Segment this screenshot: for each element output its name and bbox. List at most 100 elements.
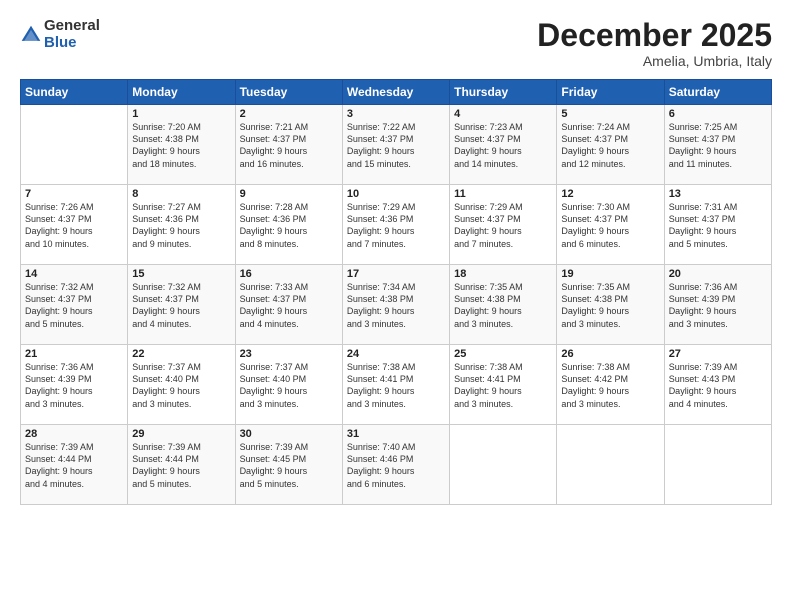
day-cell: 7Sunrise: 7:26 AMSunset: 4:37 PMDaylight… [21,185,128,265]
day-cell [664,425,771,505]
day-info: Sunrise: 7:32 AMSunset: 4:37 PMDaylight:… [132,281,230,330]
day-number: 17 [347,268,445,280]
week-row-2: 7Sunrise: 7:26 AMSunset: 4:37 PMDaylight… [21,185,772,265]
day-cell: 23Sunrise: 7:37 AMSunset: 4:40 PMDayligh… [235,345,342,425]
day-number: 30 [240,428,338,440]
day-cell: 4Sunrise: 7:23 AMSunset: 4:37 PMDaylight… [450,105,557,185]
day-number: 18 [454,268,552,280]
col-header-monday: Monday [128,80,235,105]
day-cell: 19Sunrise: 7:35 AMSunset: 4:38 PMDayligh… [557,265,664,345]
day-cell [450,425,557,505]
day-info: Sunrise: 7:36 AMSunset: 4:39 PMDaylight:… [669,281,767,330]
day-info: Sunrise: 7:37 AMSunset: 4:40 PMDaylight:… [132,361,230,410]
day-info: Sunrise: 7:29 AMSunset: 4:37 PMDaylight:… [454,201,552,250]
day-number: 20 [669,268,767,280]
day-number: 14 [25,268,123,280]
day-number: 10 [347,188,445,200]
day-number: 8 [132,188,230,200]
day-cell: 31Sunrise: 7:40 AMSunset: 4:46 PMDayligh… [342,425,449,505]
day-number: 16 [240,268,338,280]
day-cell: 27Sunrise: 7:39 AMSunset: 4:43 PMDayligh… [664,345,771,425]
day-number: 21 [25,348,123,360]
day-cell: 6Sunrise: 7:25 AMSunset: 4:37 PMDaylight… [664,105,771,185]
logo-general-text: General [44,17,100,34]
week-row-4: 21Sunrise: 7:36 AMSunset: 4:39 PMDayligh… [21,345,772,425]
day-cell: 14Sunrise: 7:32 AMSunset: 4:37 PMDayligh… [21,265,128,345]
day-info: Sunrise: 7:30 AMSunset: 4:37 PMDaylight:… [561,201,659,250]
day-cell: 5Sunrise: 7:24 AMSunset: 4:37 PMDaylight… [557,105,664,185]
day-cell: 10Sunrise: 7:29 AMSunset: 4:36 PMDayligh… [342,185,449,265]
header-row: SundayMondayTuesdayWednesdayThursdayFrid… [21,80,772,105]
day-number: 19 [561,268,659,280]
logo: General Blue [20,18,100,51]
day-cell: 12Sunrise: 7:30 AMSunset: 4:37 PMDayligh… [557,185,664,265]
col-header-wednesday: Wednesday [342,80,449,105]
day-number: 13 [669,188,767,200]
location: Amelia, Umbria, Italy [537,53,772,69]
day-cell: 25Sunrise: 7:38 AMSunset: 4:41 PMDayligh… [450,345,557,425]
day-cell [557,425,664,505]
day-info: Sunrise: 7:38 AMSunset: 4:41 PMDaylight:… [347,361,445,410]
day-number: 22 [132,348,230,360]
day-cell: 15Sunrise: 7:32 AMSunset: 4:37 PMDayligh… [128,265,235,345]
day-cell: 13Sunrise: 7:31 AMSunset: 4:37 PMDayligh… [664,185,771,265]
day-number: 2 [240,108,338,120]
day-info: Sunrise: 7:26 AMSunset: 4:37 PMDaylight:… [25,201,123,250]
day-info: Sunrise: 7:39 AMSunset: 4:45 PMDaylight:… [240,441,338,490]
day-number: 29 [132,428,230,440]
day-cell: 22Sunrise: 7:37 AMSunset: 4:40 PMDayligh… [128,345,235,425]
day-info: Sunrise: 7:34 AMSunset: 4:38 PMDaylight:… [347,281,445,330]
day-info: Sunrise: 7:22 AMSunset: 4:37 PMDaylight:… [347,121,445,170]
day-cell: 9Sunrise: 7:28 AMSunset: 4:36 PMDaylight… [235,185,342,265]
col-header-sunday: Sunday [21,80,128,105]
day-number: 7 [25,188,123,200]
day-info: Sunrise: 7:21 AMSunset: 4:37 PMDaylight:… [240,121,338,170]
calendar-page: General Blue December 2025 Amelia, Umbri… [0,0,792,612]
day-info: Sunrise: 7:38 AMSunset: 4:42 PMDaylight:… [561,361,659,410]
day-info: Sunrise: 7:25 AMSunset: 4:37 PMDaylight:… [669,121,767,170]
day-cell: 11Sunrise: 7:29 AMSunset: 4:37 PMDayligh… [450,185,557,265]
day-info: Sunrise: 7:20 AMSunset: 4:38 PMDaylight:… [132,121,230,170]
day-number: 27 [669,348,767,360]
col-header-saturday: Saturday [664,80,771,105]
day-info: Sunrise: 7:33 AMSunset: 4:37 PMDaylight:… [240,281,338,330]
logo-blue-text: Blue [44,34,77,51]
week-row-3: 14Sunrise: 7:32 AMSunset: 4:37 PMDayligh… [21,265,772,345]
day-info: Sunrise: 7:36 AMSunset: 4:39 PMDaylight:… [25,361,123,410]
day-number: 3 [347,108,445,120]
day-cell: 1Sunrise: 7:20 AMSunset: 4:38 PMDaylight… [128,105,235,185]
day-info: Sunrise: 7:38 AMSunset: 4:41 PMDaylight:… [454,361,552,410]
day-cell: 20Sunrise: 7:36 AMSunset: 4:39 PMDayligh… [664,265,771,345]
day-info: Sunrise: 7:39 AMSunset: 4:43 PMDaylight:… [669,361,767,410]
day-number: 23 [240,348,338,360]
day-info: Sunrise: 7:32 AMSunset: 4:37 PMDaylight:… [25,281,123,330]
month-title: December 2025 [537,18,772,53]
day-info: Sunrise: 7:31 AMSunset: 4:37 PMDaylight:… [669,201,767,250]
day-number: 12 [561,188,659,200]
day-cell: 29Sunrise: 7:39 AMSunset: 4:44 PMDayligh… [128,425,235,505]
day-cell: 16Sunrise: 7:33 AMSunset: 4:37 PMDayligh… [235,265,342,345]
col-header-tuesday: Tuesday [235,80,342,105]
day-info: Sunrise: 7:23 AMSunset: 4:37 PMDaylight:… [454,121,552,170]
day-cell: 17Sunrise: 7:34 AMSunset: 4:38 PMDayligh… [342,265,449,345]
logo-icon [20,24,42,46]
day-info: Sunrise: 7:28 AMSunset: 4:36 PMDaylight:… [240,201,338,250]
day-cell: 21Sunrise: 7:36 AMSunset: 4:39 PMDayligh… [21,345,128,425]
calendar-table: SundayMondayTuesdayWednesdayThursdayFrid… [20,79,772,505]
day-cell: 24Sunrise: 7:38 AMSunset: 4:41 PMDayligh… [342,345,449,425]
day-number: 5 [561,108,659,120]
day-cell: 26Sunrise: 7:38 AMSunset: 4:42 PMDayligh… [557,345,664,425]
week-row-5: 28 Sunrise: 7:39 AMSunset: 4:44 PMDayligh… [21,425,772,505]
day-info: Sunrise: 7:39 AMSunset: 4:44 PMDaylight:… [132,441,230,490]
day-number: 4 [454,108,552,120]
col-header-friday: Friday [557,80,664,105]
day-number: 26 [561,348,659,360]
day-info: Sunrise: 7:35 AMSunset: 4:38 PMDaylight:… [454,281,552,330]
day-info: Sunrise: 7:35 AMSunset: 4:38 PMDaylight:… [561,281,659,330]
day-cell: 2Sunrise: 7:21 AMSunset: 4:37 PMDaylight… [235,105,342,185]
day-number: 28 [25,428,123,440]
header: General Blue December 2025 Amelia, Umbri… [20,18,772,69]
day-info: Sunrise: 7:37 AMSunset: 4:40 PMDaylight:… [240,361,338,410]
day-number: 9 [240,188,338,200]
day-cell: 8Sunrise: 7:27 AMSunset: 4:36 PMDaylight… [128,185,235,265]
